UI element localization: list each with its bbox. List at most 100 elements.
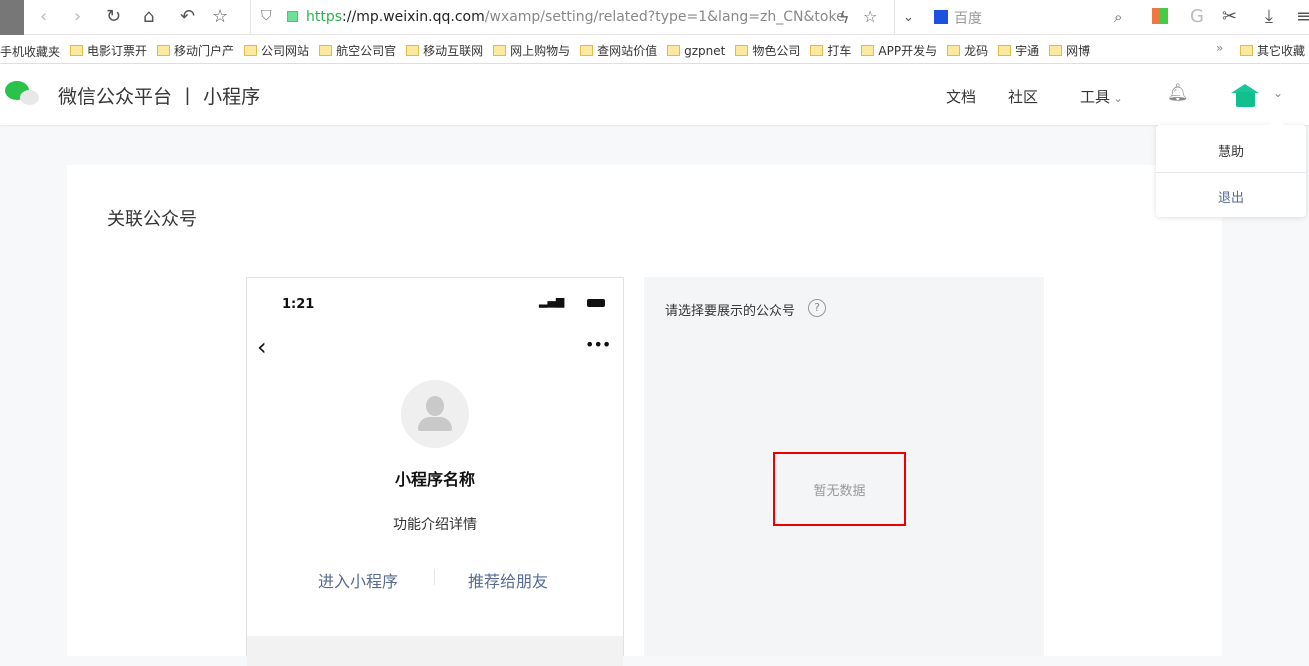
bookmark-star-icon[interactable]: ☆ — [863, 7, 877, 26]
search-input[interactable]: 百度 — [954, 8, 982, 28]
panel-label: 请选择要展示的公众号 — [665, 304, 796, 319]
folder-icon — [861, 45, 875, 56]
bookmark-item[interactable]: 查网站价值 — [580, 42, 657, 59]
g-icon[interactable]: G — [1190, 6, 1204, 27]
folder-icon — [70, 45, 84, 56]
bookmarks-more[interactable]: » — [1216, 41, 1223, 55]
back-icon[interactable]: ‹ — [40, 6, 47, 27]
bookmarks-bar: 手机收藏夹 电影订票开 移动门户产 公司网站 航空公司官 移动互联网 网上购物与 查网站价值 g… — [0, 35, 1309, 64]
search-icon[interactable]: ⌕ — [1114, 8, 1122, 26]
nav-tools-label: 工具 — [1080, 88, 1111, 106]
bookmark-item[interactable]: 龙码 — [947, 42, 988, 59]
nav-docs[interactable]: 文档 — [946, 86, 976, 107]
account-select-panel: 请选择要展示的公众号 ? 暂无数据 — [644, 277, 1044, 656]
menu-icon[interactable]: ≡ — [1296, 6, 1309, 27]
folder-icon — [319, 45, 333, 56]
bookmark-item[interactable]: 宇通 — [998, 42, 1039, 59]
bookmark-label: 查网站价值 — [597, 44, 658, 58]
divider — [1156, 172, 1306, 173]
app-name: 小程序名称 — [394, 470, 475, 489]
battery-icon — [587, 299, 605, 307]
folder-icon — [406, 45, 420, 56]
bookmark-label: 网博 — [1066, 44, 1091, 58]
page-title: 关联公众号 — [107, 209, 197, 230]
lightning-icon[interactable]: ϟ — [839, 8, 850, 27]
dropdown-username[interactable]: 慧助 — [1156, 141, 1306, 160]
bookmark-item[interactable]: 打车 — [810, 42, 851, 59]
browser-toolbar: ‹ › ↻ ⌂ ↶ ☆ ⛉ https://mp.weixin.qq.com/w… — [0, 0, 1309, 35]
scissors-icon[interactable]: ✂ — [1222, 6, 1237, 27]
home-icon[interactable]: ⌂ — [143, 6, 154, 27]
bookmark-other[interactable]: 其它收藏 — [1240, 42, 1305, 59]
bookmark-item[interactable]: 公司网站 — [244, 42, 309, 59]
avatar — [401, 380, 469, 448]
profile-avatar[interactable] — [0, 0, 24, 35]
nav-tools[interactable]: 工具 ⌄ — [1080, 86, 1123, 107]
folder-icon — [244, 45, 258, 56]
bookmark-item[interactable]: 网上购物与 — [493, 42, 570, 59]
bookmark-label: 航空公司官 — [336, 44, 397, 58]
bookmark-item[interactable]: APP开发与 — [861, 42, 937, 59]
site-header: 微信公众平台 丨 小程序 文档 社区 工具 ⌄ 🔔︎ ⌄ — [0, 64, 1309, 125]
phone-preview: 1:21 ▂▄▆ ‹ ••• 小程序名称 功能介绍详情 进入小程序 推荐给朋友 — [246, 277, 624, 666]
bookmark-label: 网上购物与 — [510, 44, 571, 58]
bookmark-item[interactable]: 电影订票开 — [70, 42, 147, 59]
account-chevron-icon[interactable]: ⌄ — [1273, 86, 1283, 100]
bookmark-label: 其它收藏 — [1257, 44, 1306, 58]
bookmark-item[interactable]: 网博 — [1049, 42, 1090, 59]
signal-icon: ▂▄▆ — [539, 295, 565, 308]
app-description: 功能介绍详情 — [393, 517, 477, 533]
apps-icon[interactable] — [1152, 8, 1168, 24]
brand-title[interactable]: 微信公众平台 丨 小程序 — [58, 82, 260, 109]
account-dropdown: 慧助 退出 — [1156, 118, 1306, 217]
bookmark-label: gzpnet — [684, 43, 726, 58]
help-icon[interactable]: ? — [808, 299, 826, 317]
folder-icon — [1240, 45, 1253, 56]
nav-community[interactable]: 社区 — [1008, 86, 1038, 107]
folder-icon — [667, 45, 681, 56]
forward-icon[interactable]: › — [74, 6, 81, 27]
bookmark-item[interactable]: gzpnet — [667, 44, 725, 58]
folder-icon — [157, 45, 171, 56]
folder-icon — [810, 45, 824, 56]
enter-miniprogram-button[interactable]: 进入小程序 — [318, 568, 398, 592]
chevron-down-icon: ⌄ — [1110, 92, 1123, 105]
folder-icon — [580, 45, 594, 56]
empty-state: 暂无数据 — [773, 452, 906, 526]
main-card: 关联公众号 1:21 ▂▄▆ ‹ ••• 小程序名称 功能介绍详情 进入小程序 … — [67, 165, 1222, 666]
back-icon[interactable]: ‹ — [257, 333, 267, 361]
recommend-button[interactable]: 推荐给朋友 — [468, 568, 548, 592]
bookmark-label: 移动门户产 — [174, 44, 235, 58]
folder-icon — [947, 45, 961, 56]
bookmark-item[interactable]: 移动互联网 — [406, 42, 483, 59]
download-icon[interactable]: ⤓ — [1265, 6, 1273, 27]
star-icon[interactable]: ☆ — [212, 6, 228, 27]
address-bar[interactable]: ⛉ https://mp.weixin.qq.com/wxamp/setting… — [250, 0, 895, 35]
divider — [434, 569, 435, 585]
account-avatar[interactable] — [1231, 84, 1260, 108]
bookmark-item[interactable]: 手机收藏夹 — [0, 43, 60, 60]
logout-button[interactable]: 退出 — [1156, 187, 1306, 206]
bookmark-item[interactable]: 航空公司官 — [319, 42, 396, 59]
wechat-logo-icon-2 — [20, 90, 39, 105]
undo-icon[interactable]: ↶ — [180, 6, 195, 27]
bell-icon[interactable]: 🔔︎ — [1167, 83, 1189, 103]
url-path: /wxamp/setting/related?type=1&lang=zh_CN… — [484, 9, 845, 25]
chevron-down-icon[interactable]: ⌄ — [903, 10, 914, 25]
bookmark-item[interactable]: 移动门户产 — [157, 42, 234, 59]
bookmark-label: 公司网站 — [261, 44, 310, 58]
bookmark-label: 手机收藏夹 — [0, 45, 61, 59]
bookmark-label: 电影订票开 — [87, 44, 148, 58]
more-icon[interactable]: ••• — [585, 335, 611, 354]
baidu-icon — [934, 10, 948, 24]
bookmark-label: 物色公司 — [752, 44, 801, 58]
bookmark-label: 宇通 — [1015, 44, 1040, 58]
status-time: 1:21 — [282, 297, 315, 312]
reload-icon[interactable]: ↻ — [106, 6, 121, 27]
folder-icon — [1049, 45, 1063, 56]
folder-icon — [998, 45, 1012, 56]
url-host: ://mp.weixin.qq.com — [342, 9, 485, 25]
bookmark-label: 打车 — [827, 44, 852, 58]
lock-icon — [287, 11, 298, 22]
bookmark-item[interactable]: 物色公司 — [735, 42, 800, 59]
